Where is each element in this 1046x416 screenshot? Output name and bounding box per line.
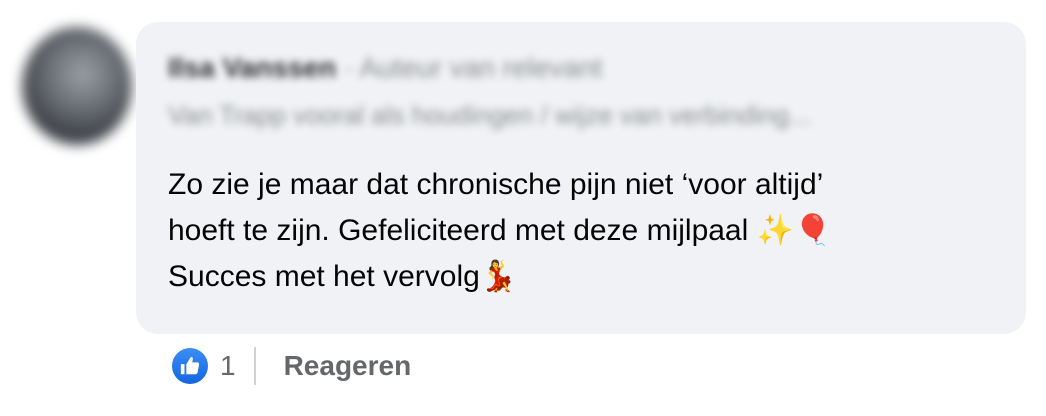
comment-text-line: Succes met het vervolg💃	[168, 260, 518, 293]
avatar[interactable]	[22, 27, 132, 145]
comment-text-line: hoeft te zijn. Gefeliciteerd met deze mi…	[168, 214, 832, 247]
like-count[interactable]: 1	[220, 350, 236, 382]
divider	[253, 347, 256, 385]
comment-text: Zo zie je maar dat chronische pijn niet …	[168, 162, 998, 300]
author-subline: Van Trapp vooral als houdingen / wijze v…	[168, 100, 811, 130]
comment-actions: 1 Reageren	[172, 346, 411, 386]
thumbs-up-icon[interactable]	[172, 348, 208, 384]
reply-button[interactable]: Reageren	[284, 350, 412, 382]
comment-author-header[interactable]: Ilsa Vanssen · Auteur van relevant	[168, 52, 728, 92]
comment-text-line: Zo zie je maar dat chronische pijn niet …	[168, 168, 824, 201]
author-name[interactable]: Ilsa Vanssen	[168, 52, 336, 83]
author-meta: · Auteur van relevant	[343, 52, 603, 83]
